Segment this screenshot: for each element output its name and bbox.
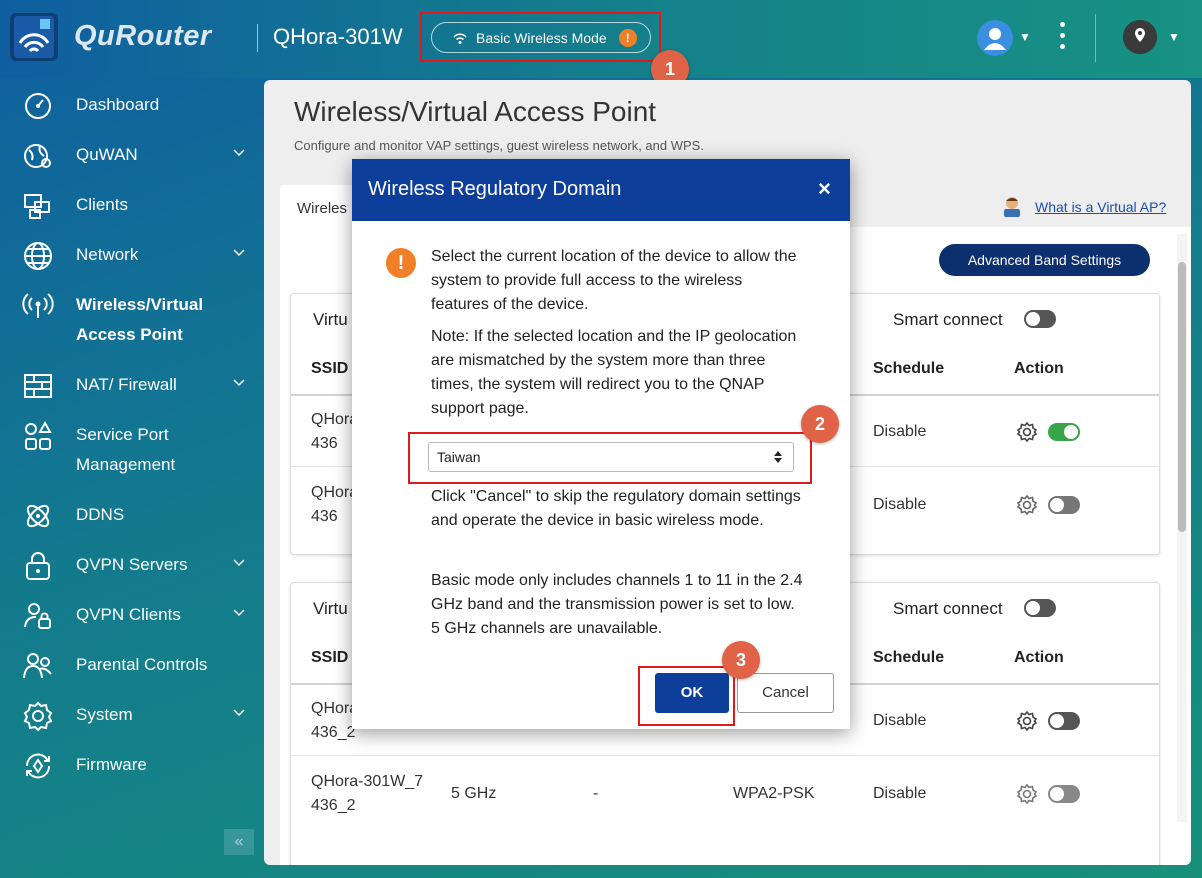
dialog-paragraph-note: Note: If the selected location and the I…: [431, 328, 797, 417]
lock-icon: [26, 552, 50, 580]
dialog-paragraph-cancel: Click "Cancel" to skip the regulatory do…: [431, 488, 801, 529]
cancel-button[interactable]: Cancel: [737, 673, 834, 713]
device-model: QHora-301W: [273, 24, 403, 49]
sidebar: Dashboard QuWAN Clients Network Wireless…: [0, 80, 262, 878]
annotation-box-2: [408, 432, 812, 484]
family-icon: [23, 653, 52, 679]
dashboard-icon: [25, 93, 51, 119]
schedule-cell: Disable: [873, 496, 927, 513]
sidebar-item-label: Service Port Management: [76, 425, 176, 474]
page-title: Wireless/Virtual Access Point: [294, 96, 657, 127]
user-lock-icon: [24, 603, 51, 629]
globe-icon: [24, 242, 52, 270]
qurouter-logo-icon: [10, 13, 58, 61]
column-action: Action: [1014, 360, 1064, 377]
wireless-antenna-icon: [22, 293, 54, 318]
brand-name: QuRouter: [74, 20, 212, 52]
sidebar-item-label: Parental Controls: [76, 655, 208, 674]
chevron-down-icon[interactable]: ▼: [1019, 30, 1031, 44]
main-scrollbar[interactable]: [1177, 234, 1187, 822]
brand-divider: [257, 24, 258, 52]
smart-connect-label: Smart connect: [893, 599, 1003, 618]
chevron-down-icon[interactable]: ▼: [1168, 30, 1180, 44]
sidebar-item-label: Clients: [76, 195, 128, 214]
annotation-box-3: [638, 666, 735, 726]
firmware-update-icon: [25, 753, 51, 779]
sidebar-item-label: Network: [76, 245, 139, 264]
header-divider: [1095, 14, 1096, 62]
help-person-icon: [1004, 197, 1020, 217]
column-action: Action: [1014, 649, 1064, 666]
gear-icon[interactable]: [1016, 710, 1038, 732]
sidebar-item-label: Dashboard: [76, 95, 160, 114]
gear-icon: [23, 701, 53, 732]
card-title: Virtu: [313, 599, 348, 618]
band-cell: 5 GHz: [451, 785, 497, 802]
ssid-cell: QHora-301W_7 436_2: [311, 773, 424, 814]
gear-icon[interactable]: [1016, 494, 1038, 516]
page-description: Configure and monitor VAP settings, gues…: [294, 138, 704, 153]
sidebar-item-label: QuWAN: [76, 145, 138, 164]
dialog-header: Wireless Regulatory Domain ×: [352, 159, 850, 221]
vap-enable-toggle[interactable]: [1048, 423, 1080, 441]
advanced-band-settings-button[interactable]: Advanced Band Settings: [939, 244, 1150, 276]
schedule-cell: Disable: [873, 712, 927, 729]
chevron-down-icon: [233, 379, 245, 387]
sidebar-item-label: Wireless/Virtual Access Point: [76, 295, 204, 344]
sidebar-item-label: DDNS: [76, 505, 125, 524]
more-options-icon[interactable]: [1058, 22, 1066, 52]
globe-network-icon: [24, 144, 51, 168]
gear-icon[interactable]: [1016, 783, 1038, 805]
close-icon[interactable]: ×: [818, 176, 831, 202]
dialog-paragraph-location: Select the current location of the devic…: [431, 248, 797, 313]
annotation-badge-3: 3: [722, 641, 760, 679]
schedule-cell: Disable: [873, 785, 927, 802]
collapse-sidebar-button[interactable]: «: [224, 829, 254, 855]
sidebar-item-label: NAT/ Firewall: [76, 375, 177, 394]
empty-cell: -: [593, 785, 599, 802]
smart-connect-label: Smart connect: [893, 310, 1003, 329]
sidebar-item-label: System: [76, 705, 133, 724]
sidebar-item-label: QVPN Servers: [76, 555, 188, 574]
schedule-cell: Disable: [873, 423, 927, 440]
sidebar-item-label: QVPN Clients: [76, 605, 181, 624]
smart-connect-toggle[interactable]: [1024, 310, 1056, 328]
chevron-down-icon: [233, 559, 245, 567]
vap-enable-toggle[interactable]: [1048, 785, 1080, 803]
location-icon[interactable]: [1123, 20, 1157, 54]
dialog-paragraph-basic-mode: Basic mode only includes channels 1 to 1…: [431, 572, 803, 637]
column-schedule: Schedule: [873, 649, 945, 666]
ddns-icon: [26, 504, 50, 528]
vap-enable-toggle[interactable]: [1048, 712, 1080, 730]
annotation-badge-2: 2: [801, 405, 839, 443]
chevron-down-icon: [233, 709, 245, 717]
dialog-title: Wireless Regulatory Domain: [368, 178, 622, 200]
user-avatar[interactable]: [977, 20, 1013, 56]
chevron-down-icon: [233, 149, 245, 157]
security-cell: WPA2-PSK: [733, 785, 815, 802]
smart-connect-toggle[interactable]: [1024, 599, 1056, 617]
annotation-box-1: [420, 12, 661, 62]
clients-icon: [24, 194, 50, 219]
chevron-down-icon: [233, 249, 245, 257]
service-port-icon: [25, 420, 52, 450]
sidebar-item-label: Firmware: [76, 755, 147, 774]
firewall-icon: [24, 374, 52, 398]
vap-enable-toggle[interactable]: [1048, 496, 1080, 514]
row-divider: [291, 755, 1159, 756]
what-is-virtual-ap-link[interactable]: What is a Virtual AP?: [1035, 199, 1166, 215]
card-title: Virtu: [313, 310, 348, 329]
warning-icon: !: [386, 248, 416, 278]
scrollbar-thumb[interactable]: [1178, 262, 1186, 532]
gear-icon[interactable]: [1016, 421, 1038, 443]
column-schedule: Schedule: [873, 360, 945, 377]
chevron-down-icon: [233, 609, 245, 617]
